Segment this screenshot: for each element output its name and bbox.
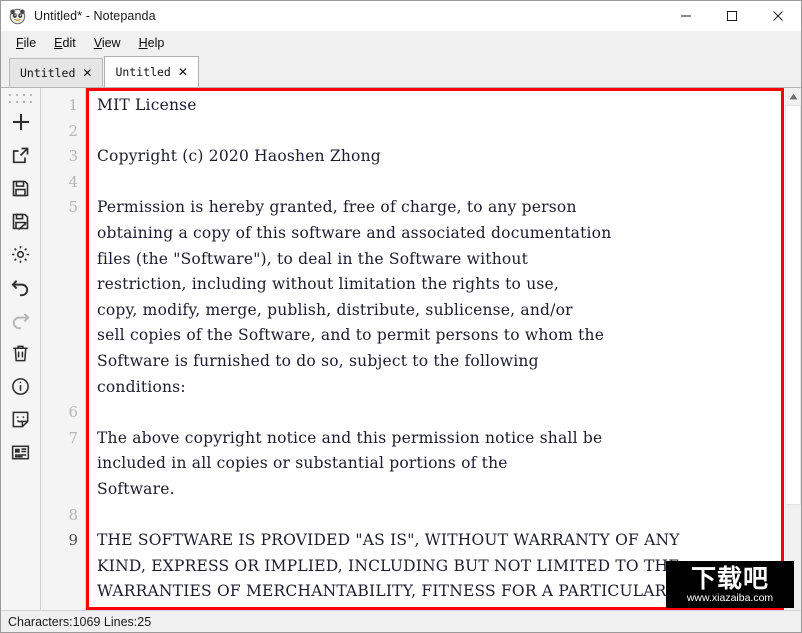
line-number-wrap (41, 298, 85, 324)
menu-edit[interactable]: Edit (45, 34, 85, 52)
menu-file[interactable]: File (7, 34, 45, 52)
drag-handle-grip[interactable] (8, 92, 34, 104)
redo-arrow-icon (9, 309, 32, 337)
article-document-icon (10, 442, 31, 468)
sticker-button[interactable] (4, 405, 38, 438)
undo-arrow-icon (9, 276, 32, 304)
line-number-gutter: 1 2 3 4 5 6 7 8 9 (41, 88, 86, 610)
tab-untitled-2[interactable]: Untitled ✕ (104, 56, 199, 87)
scroll-up-arrow-icon[interactable] (785, 88, 801, 105)
title-bar: Untitled* - Notepanda (1, 1, 801, 31)
scrollbar-thumb[interactable] (785, 105, 801, 505)
line-number-wrap (41, 221, 85, 247)
window-controls (663, 1, 801, 31)
line-number: 3 (68, 147, 78, 166)
line-number: 4 (68, 172, 78, 191)
line-number-wrap (41, 272, 85, 298)
floppy-disk-edit-icon (10, 211, 31, 237)
undo-button[interactable] (4, 273, 38, 306)
minimize-button[interactable] (663, 1, 709, 31)
tab-close-icon[interactable]: ✕ (82, 67, 92, 79)
text-editor[interactable]: MIT License Copyright (c) 2020 Haoshen Z… (86, 88, 784, 610)
window-title: Untitled* - Notepanda (34, 9, 156, 23)
line-number: 2 (68, 121, 78, 140)
trash-icon (10, 343, 31, 369)
panda-icon (9, 8, 26, 25)
delete-button[interactable] (4, 339, 38, 372)
tab-strip: Untitled ✕ Untitled ✕ (1, 54, 801, 88)
main-body: 1 2 3 4 5 6 7 8 9 MIT License Copyright … (1, 88, 801, 610)
save-as-button[interactable] (4, 207, 38, 240)
save-button[interactable] (4, 174, 38, 207)
floppy-disk-icon (10, 178, 31, 204)
line-number-wrap (41, 451, 85, 477)
notepanda-window: Untitled* - Notepanda File Edit View Hel… (0, 0, 802, 633)
tab-label: Untitled (20, 66, 76, 80)
line-number-wrap (41, 323, 85, 349)
redo-button[interactable] (4, 306, 38, 339)
line-number-wrap (41, 247, 85, 273)
line-number-wrap (41, 375, 85, 401)
line-number: 5 (68, 198, 78, 217)
status-bar: Characters:1069 Lines:25 (1, 610, 801, 632)
line-number: 8 (68, 505, 78, 524)
vertical-scrollbar[interactable] (784, 88, 801, 610)
info-circle-icon (10, 376, 31, 402)
line-number: 6 (68, 403, 78, 422)
tab-label: Untitled (115, 65, 171, 79)
close-button[interactable] (755, 1, 801, 31)
menu-view[interactable]: View (85, 34, 130, 52)
line-number-current: 9 (68, 531, 78, 550)
open-external-icon (10, 145, 31, 171)
line-number: 1 (68, 96, 78, 114)
new-file-button[interactable] (4, 108, 38, 141)
editor-area: 1 2 3 4 5 6 7 8 9 MIT License Copyright … (41, 88, 801, 610)
sticky-note-face-icon (10, 409, 31, 435)
maximize-button[interactable] (709, 1, 755, 31)
document-view-button[interactable] (4, 438, 38, 471)
settings-button[interactable] (4, 240, 38, 273)
line-number-wrap (41, 349, 85, 375)
tab-untitled-1[interactable]: Untitled ✕ (9, 58, 104, 87)
scrollbar-track[interactable] (785, 105, 801, 610)
editor-text: MIT License Copyright (c) 2020 Haoshen Z… (97, 96, 680, 601)
open-file-button[interactable] (4, 141, 38, 174)
menu-help[interactable]: Help (130, 34, 174, 52)
line-number-wrap (41, 477, 85, 503)
character-line-count: Characters:1069 Lines:25 (8, 614, 152, 629)
about-button[interactable] (4, 372, 38, 405)
gear-icon (10, 244, 31, 270)
tab-close-icon[interactable]: ✕ (178, 66, 188, 78)
menu-bar: File Edit View Help (1, 31, 801, 54)
left-toolbar (1, 88, 41, 610)
line-number: 7 (68, 428, 78, 447)
plus-icon (10, 111, 32, 138)
